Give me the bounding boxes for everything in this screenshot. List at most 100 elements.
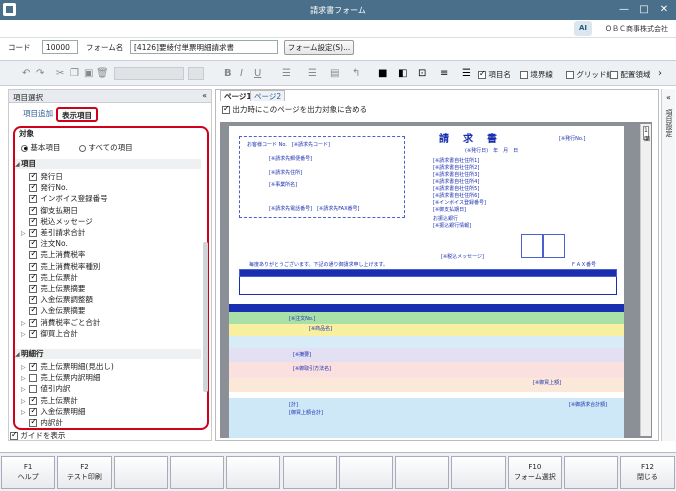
band-lightblue[interactable] — [229, 336, 624, 348]
expand-icon[interactable]: ▷ — [21, 319, 27, 329]
text-color-icon[interactable]: ■ — [378, 68, 387, 80]
expand-icon[interactable]: ▷ — [21, 385, 27, 395]
items-item[interactable]: インボイス登録番号 — [21, 193, 108, 204]
minimize-icon[interactable]: — — [616, 2, 632, 17]
items-item[interactable]: 売上伝票摘要 — [21, 283, 85, 294]
detail-item[interactable]: ▷ 売上伝票明細(見出し) — [21, 361, 114, 372]
font-size-select[interactable] — [188, 67, 204, 80]
grid-toggle[interactable]: グリッド線 — [566, 69, 614, 80]
item-checkbox[interactable] — [29, 406, 38, 416]
items-item[interactable]: 御支払期日 — [21, 205, 78, 216]
item-checkbox[interactable] — [29, 249, 38, 260]
item-checkbox[interactable] — [29, 317, 38, 327]
underline-icon[interactable]: U — [254, 68, 261, 80]
items-item[interactable]: 発行日 — [21, 171, 63, 182]
item-checkbox[interactable] — [29, 395, 38, 405]
undo-icon[interactable]: ↶ — [22, 68, 30, 80]
detail-item[interactable]: ▷ 入金伝票明細 — [21, 406, 85, 418]
cut-icon[interactable]: ✂ — [56, 68, 64, 80]
section-items[interactable]: ◢項目 — [15, 159, 201, 169]
radio-all[interactable]: すべての項目 — [79, 143, 133, 153]
items-item[interactable]: 売上消費税率 — [21, 249, 85, 260]
expand-icon[interactable]: ▷ — [21, 397, 27, 407]
items-item[interactable]: 入金伝票摘要 — [21, 305, 85, 316]
tab-page2[interactable]: ページ2 — [250, 90, 286, 101]
item-checkbox[interactable] — [29, 417, 38, 427]
tab-display-items[interactable]: 表示項目 — [56, 107, 98, 122]
valign-icon[interactable]: ☰ — [308, 68, 317, 80]
font-select[interactable] — [114, 67, 184, 80]
item-checkbox[interactable] — [29, 171, 38, 181]
delete-icon[interactable]: 🗑 — [96, 68, 109, 80]
show-guide-checkbox[interactable]: ガイドを表示 — [10, 430, 65, 441]
items-item[interactable]: ▷ 消費税率ごと合計 — [21, 317, 100, 329]
items-item[interactable]: ▷ 差引請求合計 — [21, 227, 85, 239]
fkey-f2[interactable]: F2 テスト印刷 — [57, 456, 112, 489]
item-checkbox[interactable] — [29, 227, 38, 237]
stamp-box-2[interactable] — [543, 234, 565, 258]
panel-scrollbar[interactable] — [203, 242, 208, 392]
expand-icon[interactable]: ▷ — [21, 229, 27, 239]
item-checkbox[interactable] — [29, 385, 38, 394]
item-checkbox[interactable] — [29, 328, 38, 338]
invoice-paper[interactable]: お客様コード No. [※請求先コード] [※請求先郵便番号] [※請求先住所]… — [229, 126, 624, 438]
align-icon[interactable]: ☰ — [282, 68, 291, 80]
items-item[interactable]: 売上伝票計 — [21, 272, 78, 283]
ai-icon[interactable]: AI — [574, 21, 592, 36]
fkey-empty[interactable] — [395, 456, 450, 489]
detail-item[interactable]: ▷ 売上伝票内訳明細 — [21, 373, 100, 383]
section-detail[interactable]: ◢明細行 — [15, 349, 201, 359]
fit-icon[interactable]: ▤ — [330, 68, 339, 80]
fkey-empty[interactable] — [282, 456, 337, 489]
border-style-icon[interactable]: ⊡ — [418, 68, 426, 80]
fkey-empty[interactable] — [564, 456, 619, 489]
item-checkbox[interactable] — [29, 216, 38, 226]
items-item[interactable]: 税込メッセージ — [21, 216, 93, 227]
band-lavender[interactable] — [229, 348, 624, 362]
fkey-empty[interactable] — [338, 456, 394, 489]
redo-icon[interactable]: ↷ — [36, 68, 44, 80]
fkey-empty[interactable] — [451, 456, 506, 489]
fkey-empty[interactable] — [169, 456, 225, 489]
item-checkbox[interactable] — [29, 374, 38, 383]
border-toggle[interactable]: 境界線 — [520, 69, 553, 80]
expand-right-icon[interactable]: « — [666, 93, 671, 102]
band-pink[interactable] — [229, 362, 624, 378]
tab-add-items[interactable]: 項目追加 — [17, 107, 59, 122]
detail-item[interactable]: 内訳計 — [21, 417, 63, 428]
paper-scrollbar[interactable]: 1面 — [640, 124, 651, 436]
item-checkbox[interactable] — [29, 193, 38, 204]
band-peach[interactable] — [229, 378, 624, 392]
item-checkbox[interactable] — [29, 294, 38, 305]
paper-canvas[interactable]: お客様コード No. [※請求先コード] [※請求先郵便番号] [※請求先住所]… — [220, 122, 652, 438]
maximize-icon[interactable]: □ — [636, 2, 652, 17]
copy-icon[interactable]: ❐ — [70, 68, 79, 80]
item-name-toggle[interactable]: 項目名 — [478, 69, 511, 80]
collapse-left-icon[interactable]: « — [202, 91, 207, 100]
code-field[interactable]: 10000 — [42, 40, 78, 54]
expand-icon[interactable]: ▷ — [21, 330, 27, 340]
radio-basic[interactable]: 基本項目 — [21, 143, 60, 153]
stamp-box-1[interactable] — [521, 234, 543, 258]
bold-icon[interactable]: B — [224, 68, 232, 80]
line-style-icon[interactable]: ≡ — [440, 68, 448, 80]
detail-item[interactable]: ▷ 値引内訳 — [21, 384, 70, 394]
item-checkbox[interactable] — [29, 272, 38, 282]
expand-icon[interactable]: ▷ — [21, 374, 27, 384]
back-arrow-icon[interactable]: ↰ — [352, 68, 360, 80]
items-item[interactable]: 注文No. — [21, 238, 68, 249]
fkey-f12[interactable]: F12 閉じる — [620, 456, 675, 489]
expand-icon[interactable]: ▷ — [21, 408, 27, 418]
italic-icon[interactable]: I — [240, 68, 243, 80]
fkey-empty[interactable] — [226, 456, 281, 489]
item-checkbox[interactable] — [29, 283, 38, 293]
item-settings-strip[interactable]: « 項目設定 — [661, 89, 675, 441]
page-thumb[interactable]: 1面 — [643, 126, 650, 143]
fkey-f1[interactable]: F1 ヘルプ — [1, 456, 56, 489]
item-checkbox[interactable] — [29, 205, 38, 215]
item-checkbox[interactable] — [29, 261, 38, 271]
form-name-field[interactable]: [4126]要綾付単票明細請求書 — [130, 40, 278, 54]
fill-color-icon[interactable]: ◧ — [398, 68, 407, 80]
close-icon[interactable]: ✕ — [656, 2, 672, 17]
items-item[interactable]: 発行No. — [21, 182, 68, 193]
